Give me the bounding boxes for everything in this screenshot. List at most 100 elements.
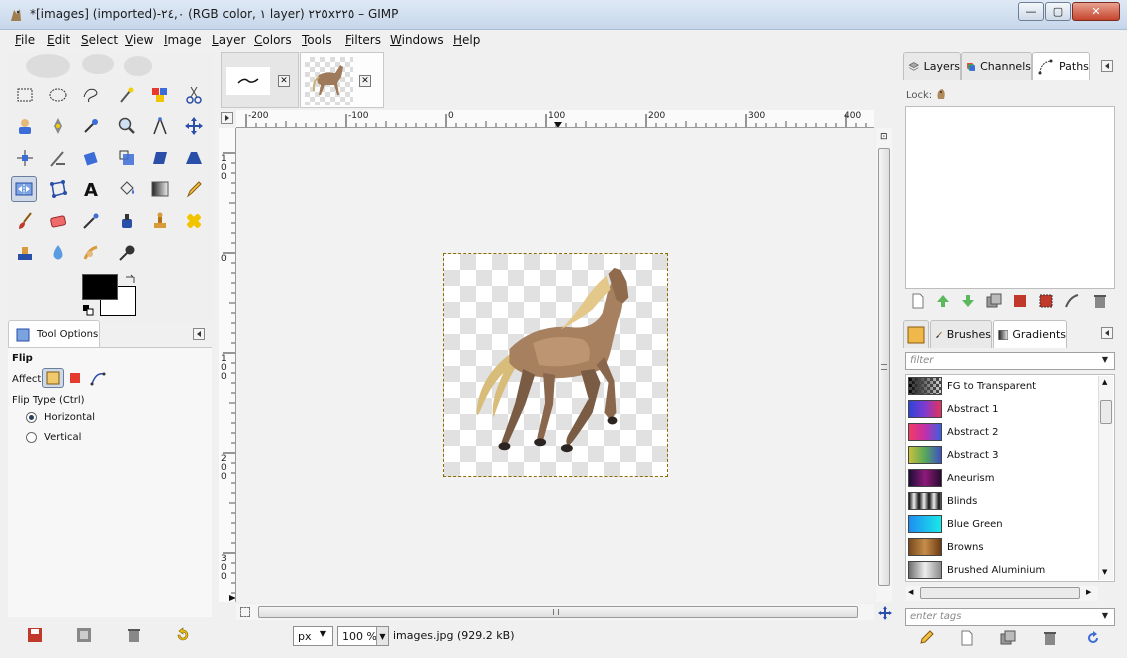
duplicate-path-icon[interactable] [986, 293, 1002, 309]
close-tab-horse-button[interactable]: ✕ [359, 75, 371, 87]
delete-gradient-icon[interactable] [1042, 630, 1058, 646]
rect-select-tool-icon[interactable] [12, 82, 38, 108]
save-tool-options-icon[interactable] [27, 627, 43, 643]
tab-layers[interactable]: Layers [903, 52, 961, 80]
cage-tool-icon[interactable] [45, 176, 71, 202]
eraser-tool-icon[interactable] [45, 208, 71, 234]
vertical-scroll-thumb[interactable] [878, 148, 890, 586]
image-tab-stroke[interactable]: ✕ [221, 52, 299, 108]
menu-layer[interactable]: Layer [212, 33, 245, 47]
menu-file[interactable]: File [15, 33, 35, 47]
menu-tools[interactable]: Tools [302, 33, 332, 47]
ellipse-select-tool-icon[interactable] [45, 82, 71, 108]
gradients-scroll-thumb[interactable] [1100, 400, 1112, 424]
dock-top-menu-icon[interactable] [1101, 60, 1113, 72]
tab-patterns[interactable] [903, 320, 929, 348]
color-picker-tool-icon[interactable] [78, 113, 104, 139]
navigate-icon[interactable] [878, 606, 892, 620]
close-tab-stroke-button[interactable]: ✕ [278, 75, 290, 87]
gradient-item[interactable]: Abstract 1 [908, 398, 1098, 420]
image-tab-horse[interactable]: ✕ [300, 52, 384, 108]
raise-path-icon[interactable] [935, 293, 951, 309]
image-canvas[interactable] [443, 253, 668, 477]
lock-position-icon[interactable] [934, 87, 948, 101]
gradient-item[interactable]: Abstract 3 [908, 444, 1098, 466]
blend-tool-icon[interactable] [147, 176, 173, 202]
align-tool-icon[interactable] [12, 145, 38, 171]
unit-select[interactable]: px ▼ [293, 626, 333, 646]
select-by-color-tool-icon[interactable] [147, 82, 173, 108]
lower-path-icon[interactable] [960, 293, 976, 309]
menu-image[interactable]: Image [164, 33, 202, 47]
scroll-up-icon[interactable]: ▲ [1102, 378, 1107, 386]
perspective-tool-icon[interactable] [181, 145, 207, 171]
pencil-tool-icon[interactable] [181, 176, 207, 202]
blur-tool-icon[interactable] [45, 240, 71, 266]
refresh-gradients-icon[interactable] [1085, 630, 1101, 646]
maximize-button[interactable]: ▢ [1045, 2, 1071, 21]
tab-channels[interactable]: Channels [961, 52, 1032, 80]
airbrush-tool-icon[interactable] [78, 208, 104, 234]
horizontal-scroll-thumb[interactable] [258, 606, 858, 618]
vertical-scrollbar[interactable]: ⊡ [876, 128, 892, 602]
scroll-right-icon[interactable]: ▶ [1086, 588, 1091, 596]
clone-tool-icon[interactable] [147, 208, 173, 234]
menu-colors[interactable]: Colors [254, 33, 292, 47]
duplicate-gradient-icon[interactable] [1000, 630, 1016, 646]
path-to-selection-icon[interactable] [1012, 293, 1028, 309]
gradients-vertical-scrollbar[interactable]: ▲ ▼ [1098, 376, 1113, 580]
flip-tool-icon[interactable] [11, 176, 37, 202]
fuzzy-select-tool-icon[interactable] [114, 82, 140, 108]
measure-tool-icon[interactable] [147, 113, 173, 139]
gradient-tags-input[interactable]: enter tags ▼ [905, 608, 1115, 626]
rotate-tool-icon[interactable] [78, 145, 104, 171]
foreground-select-tool-icon[interactable] [12, 113, 38, 139]
default-colors-icon[interactable] [82, 304, 94, 316]
gradients-horizontal-scrollbar[interactable]: ◀ ▶ [906, 586, 1098, 601]
tab-paths[interactable]: Paths [1032, 52, 1090, 80]
paths-tool-icon[interactable] [45, 113, 71, 139]
free-select-tool-icon[interactable] [78, 82, 104, 108]
gradient-item[interactable]: Blinds [908, 490, 1098, 512]
gradient-item[interactable]: FG to Transparent [908, 375, 1098, 397]
foreground-color-swatch[interactable] [82, 274, 118, 300]
crop-tool-icon[interactable] [45, 145, 71, 171]
affect-path-button[interactable] [90, 370, 106, 386]
zoom-select[interactable]: 100 % ▼ [337, 626, 389, 646]
new-gradient-icon[interactable] [959, 630, 975, 646]
gradient-item[interactable]: Aneurism [908, 467, 1098, 489]
ruler-menu-icon[interactable] [221, 112, 233, 124]
quick-mask-toggle-icon[interactable] [240, 607, 250, 617]
text-tool-icon[interactable]: A [78, 176, 104, 202]
paintbrush-tool-icon[interactable] [12, 208, 38, 234]
move-tool-icon[interactable] [181, 113, 207, 139]
flip-vertical-radio[interactable] [26, 432, 37, 443]
tab-tool-options[interactable]: Tool Options [8, 320, 100, 348]
scroll-left-icon[interactable]: ◀ [908, 588, 913, 596]
menu-filters[interactable]: Filters [345, 33, 381, 47]
bucket-fill-tool-icon[interactable] [114, 176, 140, 202]
swap-colors-icon[interactable] [124, 274, 136, 286]
smudge-tool-icon[interactable] [78, 240, 104, 266]
affect-layer-button[interactable] [42, 368, 64, 388]
gradient-filter-input[interactable]: filter ▼ [905, 352, 1115, 370]
zoom-tool-icon[interactable] [114, 113, 140, 139]
shear-tool-icon[interactable] [147, 145, 173, 171]
new-path-icon[interactable] [910, 293, 926, 309]
close-button[interactable]: ✕ [1072, 2, 1120, 21]
selection-to-path-icon[interactable] [1038, 293, 1054, 309]
paint-along-path-icon[interactable] [1064, 293, 1080, 309]
scissors-tool-icon[interactable] [181, 82, 207, 108]
menu-edit[interactable]: Edit [47, 33, 70, 47]
zoom-fit-icon[interactable]: ⊡ [880, 132, 888, 142]
flip-horizontal-radio[interactable] [26, 412, 37, 423]
reset-tool-options-icon[interactable] [175, 627, 191, 643]
tab-gradients[interactable]: Gradients [993, 320, 1067, 348]
affect-selection-button[interactable] [70, 373, 80, 383]
perspective-clone-tool-icon[interactable] [12, 240, 38, 266]
scroll-down-icon[interactable]: ▼ [1102, 568, 1107, 576]
menu-help[interactable]: Help [453, 33, 480, 47]
gradient-item[interactable]: Blue Green [908, 513, 1098, 535]
ink-tool-icon[interactable] [114, 208, 140, 234]
paths-list[interactable] [905, 106, 1115, 289]
